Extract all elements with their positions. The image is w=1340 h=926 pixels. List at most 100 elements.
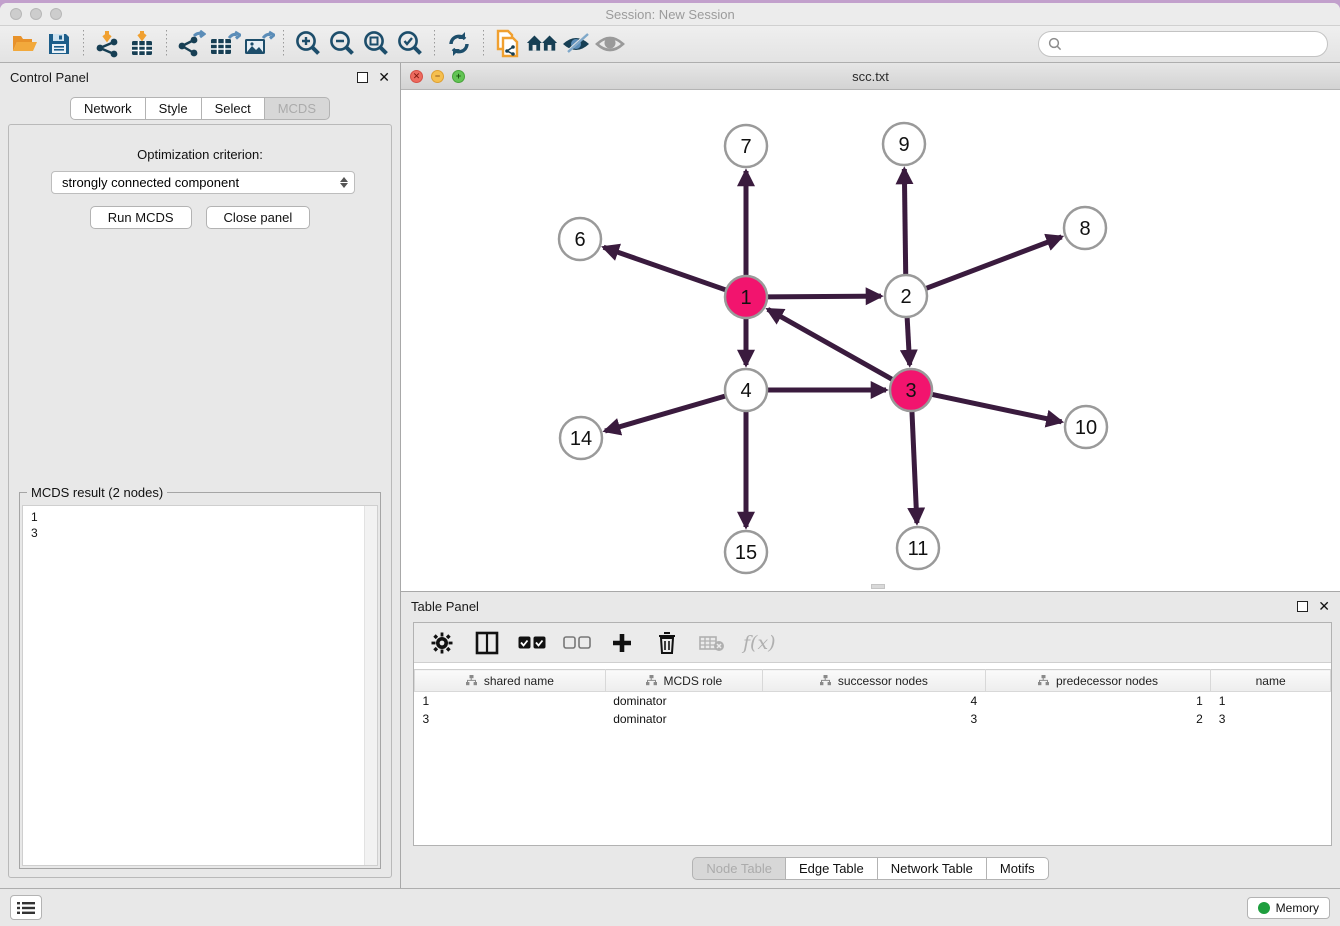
memory-label: Memory <box>1276 901 1319 915</box>
table-panel-title: Table Panel <box>411 599 1297 614</box>
graph-node-4[interactable]: 4 <box>725 369 767 411</box>
graph-node-7[interactable]: 7 <box>725 125 767 167</box>
run-mcds-button[interactable]: Run MCDS <box>90 206 192 229</box>
tab-network-table[interactable]: Network Table <box>878 857 987 880</box>
graph-node-15[interactable]: 15 <box>725 531 767 573</box>
function-builder-icon[interactable]: f(x) <box>743 632 776 654</box>
graph-node-9[interactable]: 9 <box>883 123 925 165</box>
clone-network-icon[interactable] <box>491 28 525 60</box>
table-cell[interactable]: 3 <box>415 710 606 728</box>
optimization-criterion-label: Optimization criterion: <box>15 147 385 162</box>
tab-node-table[interactable]: Node Table <box>692 857 786 880</box>
close-panel-icon[interactable]: ✕ <box>378 72 390 83</box>
graph-node-2[interactable]: 2 <box>885 275 927 317</box>
table-cell[interactable]: 1 <box>415 692 606 711</box>
open-session-icon[interactable] <box>8 28 42 60</box>
criterion-select[interactable]: strongly connected component <box>51 171 355 194</box>
show-panels-button[interactable] <box>10 895 42 920</box>
select-all-columns-icon[interactable] <box>518 629 546 657</box>
float-panel-icon[interactable] <box>357 72 368 83</box>
fit-content-icon[interactable] <box>359 28 393 60</box>
graph-edge-2-8[interactable] <box>926 237 1062 289</box>
add-column-icon[interactable] <box>608 629 636 657</box>
column-header[interactable]: MCDS role <box>605 670 762 692</box>
tab-mcds[interactable]: MCDS <box>265 97 330 120</box>
search-input[interactable] <box>1067 37 1327 52</box>
import-table-icon[interactable] <box>125 28 159 60</box>
tab-select[interactable]: Select <box>202 97 265 120</box>
table-cell[interactable]: 3 <box>763 710 986 728</box>
gear-icon[interactable] <box>428 629 456 657</box>
mcds-result-group: MCDS result (2 nodes) 1 3 <box>19 492 381 869</box>
table-row[interactable]: 1dominator411 <box>415 692 1331 711</box>
table-cell[interactable]: dominator <box>605 692 762 711</box>
application-window: Session: New Session <box>0 3 1340 926</box>
tab-motifs[interactable]: Motifs <box>987 857 1049 880</box>
result-scrollbar[interactable] <box>364 506 377 865</box>
delete-table-icon[interactable] <box>698 629 726 657</box>
export-image-icon[interactable] <box>242 28 276 60</box>
network-minimize-icon[interactable]: − <box>431 70 444 83</box>
table-cell[interactable]: 4 <box>763 692 986 711</box>
mcds-result-list[interactable]: 1 3 <box>22 505 378 866</box>
show-all-icon[interactable] <box>593 28 627 60</box>
table-cell[interactable]: 1 <box>1211 692 1331 711</box>
tab-edge-table[interactable]: Edge Table <box>786 857 878 880</box>
table-toolbar: f(x) <box>414 623 1331 663</box>
column-header[interactable]: successor nodes <box>763 670 986 692</box>
float-table-panel-icon[interactable] <box>1297 601 1308 612</box>
unselect-all-columns-icon[interactable] <box>563 629 591 657</box>
graph-edge-1-6[interactable] <box>604 247 727 290</box>
column-header[interactable]: name <box>1211 670 1331 692</box>
delete-columns-icon[interactable] <box>653 629 681 657</box>
graph-node-8[interactable]: 8 <box>1064 207 1106 249</box>
table-cell[interactable]: 3 <box>1211 710 1331 728</box>
tab-network[interactable]: Network <box>70 97 146 120</box>
graph-node-10[interactable]: 10 <box>1065 406 1107 448</box>
hide-selected-icon[interactable] <box>559 28 593 60</box>
column-header[interactable]: shared name <box>415 670 606 692</box>
graph-edge-1-2[interactable] <box>767 296 881 297</box>
graph-node-6[interactable]: 6 <box>559 218 601 260</box>
svg-text:14: 14 <box>570 428 592 450</box>
zoom-in-icon[interactable] <box>291 28 325 60</box>
graph-node-14[interactable]: 14 <box>560 417 602 459</box>
graph-edge-4-14[interactable] <box>605 396 726 431</box>
zoom-out-icon[interactable] <box>325 28 359 60</box>
graph-edge-2-3[interactable] <box>907 317 910 365</box>
graph-edge-3-1[interactable] <box>768 309 893 379</box>
tab-style[interactable]: Style <box>146 97 202 120</box>
network-maximize-icon[interactable]: + <box>452 70 465 83</box>
export-table-icon[interactable] <box>208 28 242 60</box>
home-icon[interactable] <box>525 28 559 60</box>
select-stepper-icon <box>340 177 348 188</box>
graph-node-1[interactable]: 1 <box>725 276 767 318</box>
graph-edge-3-11[interactable] <box>912 411 917 523</box>
graph-edge-2-9[interactable] <box>904 169 905 275</box>
split-columns-icon[interactable] <box>473 629 501 657</box>
table-cell[interactable]: dominator <box>605 710 762 728</box>
svg-text:3: 3 <box>905 380 916 402</box>
save-session-icon[interactable] <box>42 28 76 60</box>
network-close-icon[interactable]: ✕ <box>410 70 423 83</box>
node-table[interactable]: shared nameMCDS rolesuccessor nodesprede… <box>414 669 1331 728</box>
zoom-selected-icon[interactable] <box>393 28 427 60</box>
svg-text:11: 11 <box>908 538 929 560</box>
import-network-icon[interactable] <box>91 28 125 60</box>
resize-grip[interactable] <box>871 584 885 589</box>
network-canvas[interactable]: 7 9 6 8 1 2 4 3 14 10 15 11 <box>401 90 1340 591</box>
search-field[interactable] <box>1038 31 1328 57</box>
table-cell[interactable]: 1 <box>985 692 1211 711</box>
graph-node-3[interactable]: 3 <box>890 369 932 411</box>
table-cell[interactable]: 2 <box>985 710 1211 728</box>
graph-edge-3-10[interactable] <box>932 394 1062 421</box>
network-view-titlebar[interactable]: ✕ − + scc.txt <box>401 63 1340 90</box>
export-network-icon[interactable] <box>174 28 208 60</box>
refresh-icon[interactable] <box>442 28 476 60</box>
close-table-panel-icon[interactable]: ✕ <box>1318 601 1330 612</box>
table-row[interactable]: 3dominator323 <box>415 710 1331 728</box>
memory-button[interactable]: Memory <box>1247 897 1330 919</box>
graph-node-11[interactable]: 11 <box>897 527 939 569</box>
column-header[interactable]: predecessor nodes <box>985 670 1211 692</box>
close-panel-button[interactable]: Close panel <box>206 206 311 229</box>
